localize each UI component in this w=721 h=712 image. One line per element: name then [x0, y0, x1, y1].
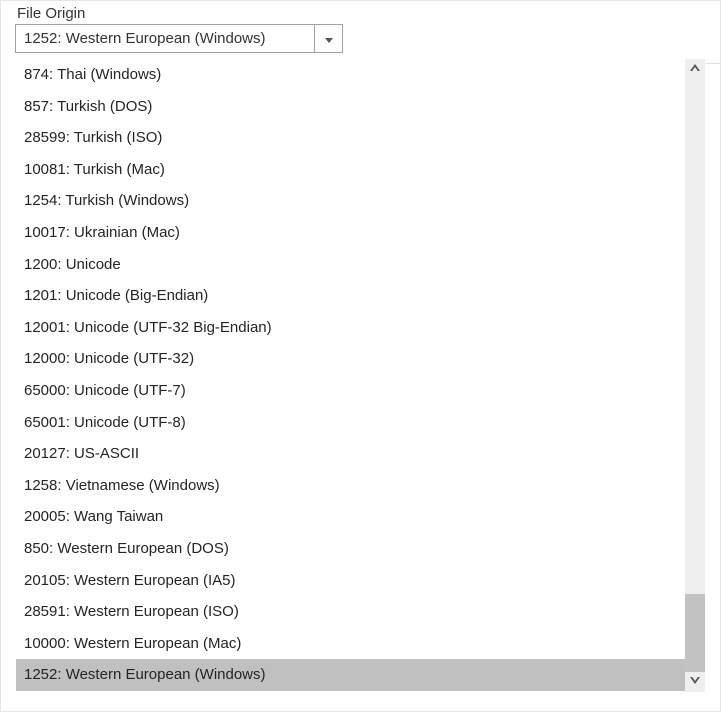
- list-item[interactable]: 1200: Unicode: [16, 249, 685, 281]
- list-item[interactable]: 20127: US-ASCII: [16, 438, 685, 470]
- list-item[interactable]: 850: Western European (DOS): [16, 533, 685, 565]
- list-item[interactable]: 874: Thai (Windows): [16, 59, 685, 91]
- list-item[interactable]: 1201: Unicode (Big-Endian): [16, 280, 685, 312]
- file-origin-label: File Origin: [15, 5, 706, 22]
- dropdown-list: 874: Thai (Windows)857: Turkish (DOS)285…: [16, 59, 705, 692]
- scroll-thumb[interactable]: [685, 594, 705, 672]
- list-item[interactable]: 10017: Ukrainian (Mac): [16, 217, 685, 249]
- list-item[interactable]: 65001: Unicode (UTF-8): [16, 407, 685, 439]
- list-item[interactable]: 12000: Unicode (UTF-32): [16, 343, 685, 375]
- list-item[interactable]: 20105: Western European (IA5): [16, 565, 685, 597]
- list-item[interactable]: 28591: Western European (ISO): [16, 596, 685, 628]
- divider: [706, 63, 720, 64]
- scrollbar[interactable]: [685, 59, 705, 692]
- list-item[interactable]: 10081: Turkish (Mac): [16, 154, 685, 186]
- scroll-track[interactable]: [685, 79, 705, 672]
- chevron-down-icon: [325, 30, 333, 47]
- list-item[interactable]: 20005: Wang Taiwan: [16, 501, 685, 533]
- list-items-container: 874: Thai (Windows)857: Turkish (DOS)285…: [16, 59, 685, 692]
- list-item[interactable]: 28599: Turkish (ISO): [16, 122, 685, 154]
- chevron-up-icon: [688, 61, 702, 78]
- file-origin-dropdown[interactable]: 1252: Western European (Windows): [15, 24, 343, 53]
- list-item[interactable]: 1252: Western European (Windows): [16, 659, 685, 691]
- scroll-up-button[interactable]: [685, 59, 705, 79]
- list-item[interactable]: 857: Turkish (DOS): [16, 91, 685, 123]
- list-item[interactable]: 12001: Unicode (UTF-32 Big-Endian): [16, 312, 685, 344]
- dropdown-selected-value: 1252: Western European (Windows): [24, 30, 266, 47]
- list-item[interactable]: 1258: Vietnamese (Windows): [16, 470, 685, 502]
- dropdown-trigger[interactable]: [314, 25, 342, 52]
- list-item[interactable]: 10000: Western European (Mac): [16, 628, 685, 660]
- list-item[interactable]: 1254: Turkish (Windows): [16, 185, 685, 217]
- scroll-down-button[interactable]: [685, 672, 705, 692]
- list-item[interactable]: 65000: Unicode (UTF-7): [16, 375, 685, 407]
- chevron-down-icon: [688, 674, 702, 691]
